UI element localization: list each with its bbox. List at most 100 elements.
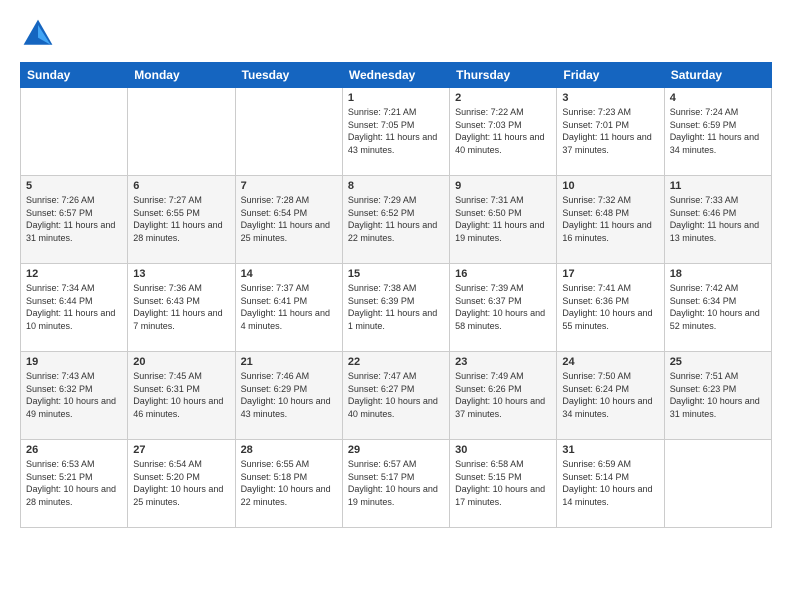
calendar-cell: 3 Sunrise: 7:23 AMSunset: 7:01 PMDaylight… xyxy=(557,88,664,176)
day-info: Sunrise: 7:32 AMSunset: 6:48 PMDaylight:… xyxy=(562,194,658,244)
weekday-header-friday: Friday xyxy=(557,63,664,88)
day-number: 27 xyxy=(133,444,229,456)
week-row-1: 1 Sunrise: 7:21 AMSunset: 7:05 PMDaylight… xyxy=(21,88,772,176)
day-number: 12 xyxy=(26,268,122,280)
calendar-cell: 4 Sunrise: 7:24 AMSunset: 6:59 PMDaylight… xyxy=(664,88,771,176)
calendar: SundayMondayTuesdayWednesdayThursdayFrid… xyxy=(20,62,772,528)
day-info: Sunrise: 7:22 AMSunset: 7:03 PMDaylight:… xyxy=(455,106,551,156)
day-info: Sunrise: 7:41 AMSunset: 6:36 PMDaylight:… xyxy=(562,282,658,332)
day-info: Sunrise: 7:26 AMSunset: 6:57 PMDaylight:… xyxy=(26,194,122,244)
day-number: 3 xyxy=(562,92,658,104)
day-number: 18 xyxy=(670,268,766,280)
day-number: 7 xyxy=(241,180,337,192)
calendar-cell: 25 Sunrise: 7:51 AMSunset: 6:23 PMDayligh… xyxy=(664,352,771,440)
day-info: Sunrise: 7:43 AMSunset: 6:32 PMDaylight:… xyxy=(26,370,122,420)
calendar-cell: 5 Sunrise: 7:26 AMSunset: 6:57 PMDaylight… xyxy=(21,176,128,264)
calendar-cell: 24 Sunrise: 7:50 AMSunset: 6:24 PMDayligh… xyxy=(557,352,664,440)
calendar-header-row: SundayMondayTuesdayWednesdayThursdayFrid… xyxy=(21,63,772,88)
day-number: 11 xyxy=(670,180,766,192)
day-info: Sunrise: 7:37 AMSunset: 6:41 PMDaylight:… xyxy=(241,282,337,332)
day-number: 25 xyxy=(670,356,766,368)
calendar-cell: 19Sunrise: 7:43 AMSunset: 6:32 PMDayligh… xyxy=(21,352,128,440)
calendar-cell xyxy=(21,88,128,176)
week-row-5: 26 Sunrise: 6:53 AMSunset: 5:21 PMDayligh… xyxy=(21,440,772,528)
calendar-cell: 15Sunrise: 7:38 AMSunset: 6:39 PMDayligh… xyxy=(342,264,449,352)
week-row-2: 5 Sunrise: 7:26 AMSunset: 6:57 PMDaylight… xyxy=(21,176,772,264)
calendar-cell: 10Sunrise: 7:32 AMSunset: 6:48 PMDayligh… xyxy=(557,176,664,264)
weekday-header-thursday: Thursday xyxy=(450,63,557,88)
calendar-cell: 7 Sunrise: 7:28 AMSunset: 6:54 PMDaylight… xyxy=(235,176,342,264)
day-number: 29 xyxy=(348,444,444,456)
day-info: Sunrise: 7:47 AMSunset: 6:27 PMDaylight:… xyxy=(348,370,444,420)
day-number: 31 xyxy=(562,444,658,456)
day-number: 14 xyxy=(241,268,337,280)
page: SundayMondayTuesdayWednesdayThursdayFrid… xyxy=(0,0,792,612)
day-number: 26 xyxy=(26,444,122,456)
calendar-cell: 20 Sunrise: 7:45 AMSunset: 6:31 PMDayligh… xyxy=(128,352,235,440)
day-number: 20 xyxy=(133,356,229,368)
day-info: Sunrise: 6:58 AMSunset: 5:15 PMDaylight:… xyxy=(455,458,551,508)
day-info: Sunrise: 6:54 AMSunset: 5:20 PMDaylight:… xyxy=(133,458,229,508)
day-info: Sunrise: 7:49 AMSunset: 6:26 PMDaylight:… xyxy=(455,370,551,420)
calendar-cell: 31 Sunrise: 6:59 AMSunset: 5:14 PMDayligh… xyxy=(557,440,664,528)
day-info: Sunrise: 6:53 AMSunset: 5:21 PMDaylight:… xyxy=(26,458,122,508)
calendar-cell xyxy=(664,440,771,528)
calendar-cell: 9 Sunrise: 7:31 AMSunset: 6:50 PMDaylight… xyxy=(450,176,557,264)
week-row-4: 19Sunrise: 7:43 AMSunset: 6:32 PMDayligh… xyxy=(21,352,772,440)
logo xyxy=(20,16,62,52)
day-info: Sunrise: 6:59 AMSunset: 5:14 PMDaylight:… xyxy=(562,458,658,508)
calendar-cell: 8Sunrise: 7:29 AMSunset: 6:52 PMDaylight… xyxy=(342,176,449,264)
day-number: 5 xyxy=(26,180,122,192)
day-number: 9 xyxy=(455,180,551,192)
calendar-cell: 21Sunrise: 7:46 AMSunset: 6:29 PMDayligh… xyxy=(235,352,342,440)
weekday-header-wednesday: Wednesday xyxy=(342,63,449,88)
weekday-header-sunday: Sunday xyxy=(21,63,128,88)
day-info: Sunrise: 7:38 AMSunset: 6:39 PMDaylight:… xyxy=(348,282,444,332)
calendar-cell: 30 Sunrise: 6:58 AMSunset: 5:15 PMDayligh… xyxy=(450,440,557,528)
day-info: Sunrise: 7:31 AMSunset: 6:50 PMDaylight:… xyxy=(455,194,551,244)
day-number: 28 xyxy=(241,444,337,456)
day-number: 1 xyxy=(348,92,444,104)
calendar-cell: 16Sunrise: 7:39 AMSunset: 6:37 PMDayligh… xyxy=(450,264,557,352)
day-info: Sunrise: 7:45 AMSunset: 6:31 PMDaylight:… xyxy=(133,370,229,420)
day-info: Sunrise: 7:21 AMSunset: 7:05 PMDaylight:… xyxy=(348,106,444,156)
day-info: Sunrise: 7:36 AMSunset: 6:43 PMDaylight:… xyxy=(133,282,229,332)
day-number: 21 xyxy=(241,356,337,368)
day-number: 4 xyxy=(670,92,766,104)
calendar-cell: 1 Sunrise: 7:21 AMSunset: 7:05 PMDaylight… xyxy=(342,88,449,176)
calendar-cell: 27 Sunrise: 6:54 AMSunset: 5:20 PMDayligh… xyxy=(128,440,235,528)
day-info: Sunrise: 7:29 AMSunset: 6:52 PMDaylight:… xyxy=(348,194,444,244)
calendar-cell xyxy=(128,88,235,176)
day-info: Sunrise: 7:42 AMSunset: 6:34 PMDaylight:… xyxy=(670,282,766,332)
day-info: Sunrise: 7:39 AMSunset: 6:37 PMDaylight:… xyxy=(455,282,551,332)
day-info: Sunrise: 7:24 AMSunset: 6:59 PMDaylight:… xyxy=(670,106,766,156)
day-number: 6 xyxy=(133,180,229,192)
calendar-cell: 13 Sunrise: 7:36 AMSunset: 6:43 PMDayligh… xyxy=(128,264,235,352)
calendar-cell: 28Sunrise: 6:55 AMSunset: 5:18 PMDayligh… xyxy=(235,440,342,528)
calendar-cell: 29 Sunrise: 6:57 AMSunset: 5:17 PMDayligh… xyxy=(342,440,449,528)
day-number: 30 xyxy=(455,444,551,456)
calendar-cell: 18 Sunrise: 7:42 AMSunset: 6:34 PMDayligh… xyxy=(664,264,771,352)
calendar-cell: 11 Sunrise: 7:33 AMSunset: 6:46 PMDayligh… xyxy=(664,176,771,264)
day-info: Sunrise: 7:27 AMSunset: 6:55 PMDaylight:… xyxy=(133,194,229,244)
day-number: 13 xyxy=(133,268,229,280)
logo-icon xyxy=(20,16,56,52)
calendar-cell: 6 Sunrise: 7:27 AMSunset: 6:55 PMDaylight… xyxy=(128,176,235,264)
day-info: Sunrise: 7:33 AMSunset: 6:46 PMDaylight:… xyxy=(670,194,766,244)
day-number: 24 xyxy=(562,356,658,368)
day-number: 23 xyxy=(455,356,551,368)
day-info: Sunrise: 6:57 AMSunset: 5:17 PMDaylight:… xyxy=(348,458,444,508)
day-number: 17 xyxy=(562,268,658,280)
weekday-header-monday: Monday xyxy=(128,63,235,88)
day-info: Sunrise: 7:50 AMSunset: 6:24 PMDaylight:… xyxy=(562,370,658,420)
day-number: 2 xyxy=(455,92,551,104)
calendar-cell: 17 Sunrise: 7:41 AMSunset: 6:36 PMDayligh… xyxy=(557,264,664,352)
day-info: Sunrise: 7:28 AMSunset: 6:54 PMDaylight:… xyxy=(241,194,337,244)
header xyxy=(20,16,772,52)
day-info: Sunrise: 7:51 AMSunset: 6:23 PMDaylight:… xyxy=(670,370,766,420)
week-row-3: 12Sunrise: 7:34 AMSunset: 6:44 PMDayligh… xyxy=(21,264,772,352)
calendar-cell xyxy=(235,88,342,176)
day-info: Sunrise: 7:23 AMSunset: 7:01 PMDaylight:… xyxy=(562,106,658,156)
day-number: 22 xyxy=(348,356,444,368)
calendar-cell: 26 Sunrise: 6:53 AMSunset: 5:21 PMDayligh… xyxy=(21,440,128,528)
